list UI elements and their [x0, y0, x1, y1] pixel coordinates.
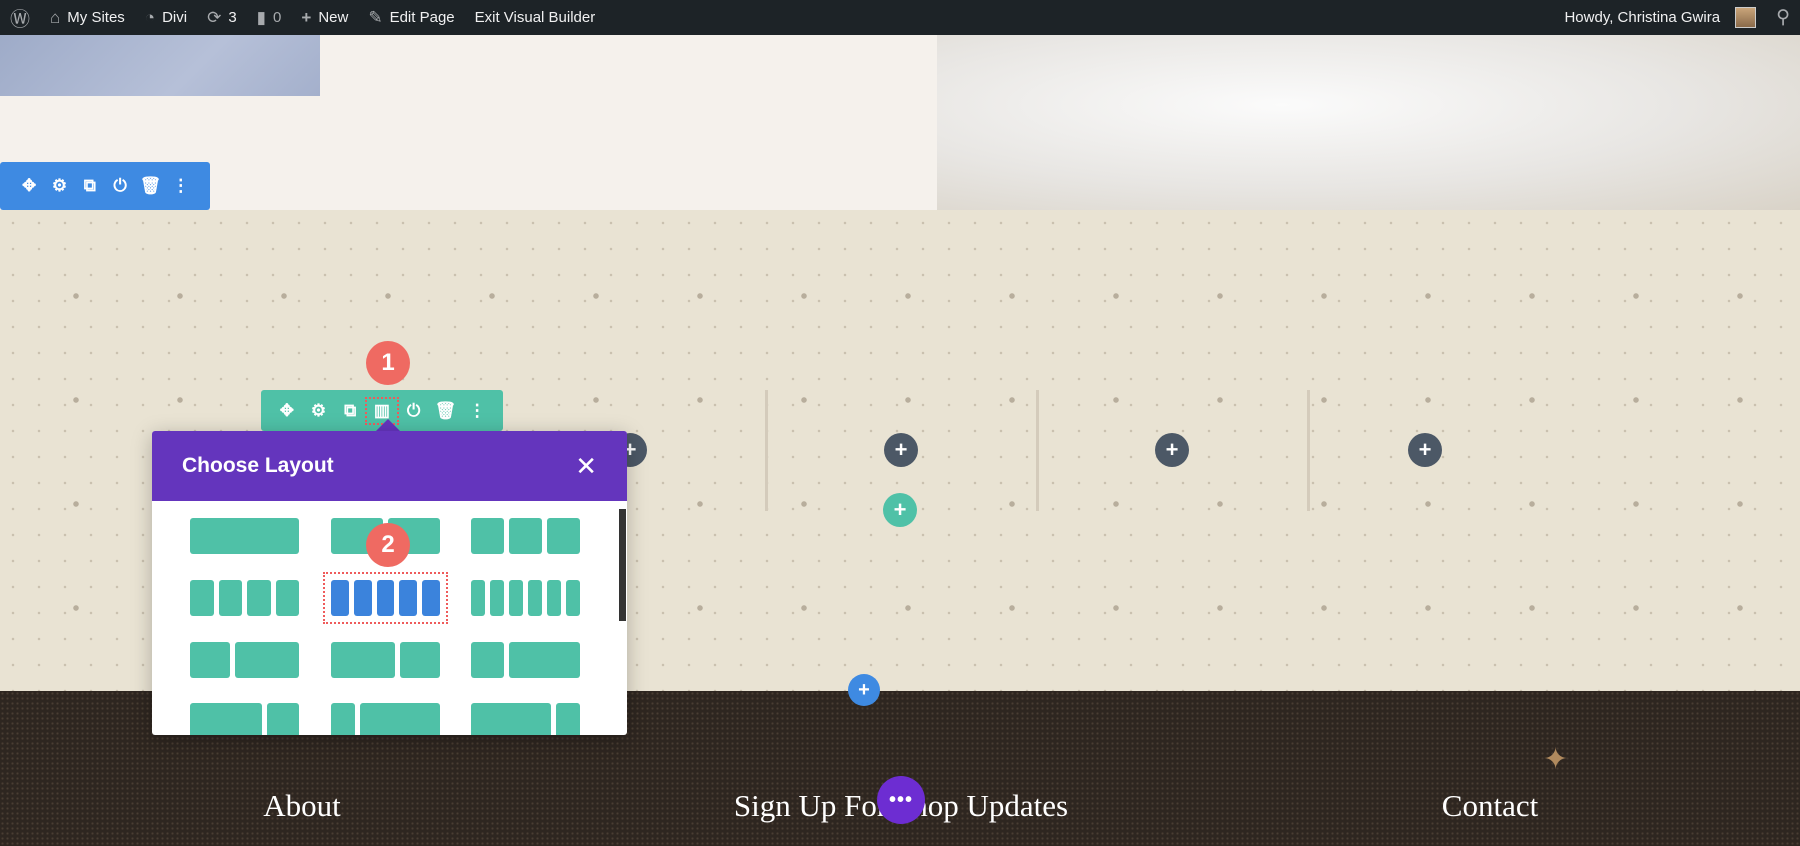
step-badge-1: 1	[366, 341, 410, 385]
footer-heading-about: About	[263, 788, 341, 823]
my-sites-icon: ⌂	[50, 7, 61, 27]
account-menu[interactable]: Howdy, Christina Gwira	[1554, 0, 1766, 35]
builder-menu-button[interactable]: •••	[877, 776, 925, 824]
search-icon: ⚲	[1776, 7, 1790, 28]
row-toolbar: ✥ ⚙ ⧉ ⏻ 🗑 ⋮	[0, 162, 210, 210]
duplicate-icon[interactable]: ⧉	[77, 176, 103, 196]
sparkle-icon: ✦	[1543, 743, 1569, 776]
my-sites-menu[interactable]: ⌂ My Sites	[40, 0, 135, 35]
new-menu[interactable]: + New	[291, 0, 358, 35]
add-row-button[interactable]: +	[883, 493, 917, 527]
power-icon[interactable]: ⏻	[401, 401, 427, 421]
trash-icon[interactable]: 🗑	[137, 176, 163, 196]
layout-1-5-4-5[interactable]	[331, 703, 440, 735]
add-section-button[interactable]: +	[848, 674, 880, 706]
layout-4-5-1-5[interactable]	[471, 703, 580, 735]
layout-1-4-3-4[interactable]	[471, 642, 580, 678]
updates-icon: ⟳	[207, 7, 222, 27]
divi-menu[interactable]: ◔ Divi	[135, 0, 197, 35]
add-module-button[interactable]: +	[884, 433, 918, 467]
gear-icon[interactable]: ⚙	[46, 176, 72, 196]
step-badge-2: 2	[366, 523, 410, 567]
close-icon[interactable]: ✕	[575, 451, 597, 482]
avatar	[1735, 7, 1757, 28]
more-icon[interactable]: ⋮	[168, 176, 194, 196]
exit-visual-builder-link[interactable]: Exit Visual Builder	[465, 0, 606, 35]
layout-5-columns[interactable]	[323, 572, 448, 624]
power-icon[interactable]: ⏻	[107, 176, 133, 196]
trash-icon[interactable]: 🗑	[432, 401, 458, 421]
gear-icon[interactable]: ⚙	[306, 401, 332, 421]
layout-1-3-2-3[interactable]	[190, 642, 299, 678]
pencil-icon: ✎	[368, 7, 383, 27]
search-button[interactable]: ⚲	[1766, 0, 1800, 35]
comment-icon: ▮	[256, 7, 267, 27]
popup-title: Choose Layout	[182, 454, 334, 477]
wordpress-icon: Ⓦ	[10, 9, 30, 31]
add-module-button[interactable]: +	[1155, 433, 1189, 467]
column-divider	[1036, 390, 1039, 511]
divi-label: Divi	[162, 9, 188, 26]
new-label: New	[318, 9, 349, 26]
layout-2-3-1-3[interactable]	[331, 642, 440, 678]
more-icon[interactable]: ⋮	[464, 401, 490, 421]
my-sites-label: My Sites	[67, 9, 125, 26]
wp-admin-bar: Ⓦ ⌂ My Sites ◔ Divi ⟳ 3 ▮ 0 + New ✎ Edit Page …	[0, 0, 1800, 35]
column-divider	[1307, 390, 1310, 511]
add-module-button[interactable]: +	[1408, 433, 1442, 467]
plus-icon: +	[301, 7, 312, 27]
layout-3-columns[interactable]	[471, 518, 580, 554]
footer-heading-contact: Contact	[1441, 788, 1539, 823]
divi-dashboard-icon: ◔	[144, 7, 156, 27]
duplicate-icon[interactable]: ⧉	[337, 401, 363, 421]
exit-visual-builder-label: Exit Visual Builder	[474, 9, 596, 26]
layout-1-column[interactable]	[190, 518, 299, 554]
columns-icon[interactable]: ▥	[364, 396, 399, 425]
popup-arrow	[376, 419, 400, 431]
marble-image	[937, 35, 1800, 210]
layout-6-columns[interactable]	[471, 580, 580, 616]
popup-header: Choose Layout ✕	[152, 431, 627, 501]
edit-page-label: Edit Page	[389, 9, 455, 26]
comments-menu[interactable]: ▮ 0	[247, 0, 292, 35]
howdy-text: Howdy, Christina Gwira	[1564, 9, 1721, 26]
top-left-image	[0, 35, 320, 96]
move-icon[interactable]: ✥	[16, 176, 42, 196]
wordpress-menu[interactable]: Ⓦ	[0, 0, 40, 35]
popup-scrollbar[interactable]	[619, 509, 626, 621]
layout-3-4-1-4[interactable]	[190, 703, 299, 735]
choose-layout-popup: Choose Layout ✕	[152, 431, 627, 735]
layout-4-columns[interactable]	[190, 580, 299, 616]
column-divider	[765, 390, 768, 511]
edit-page-link[interactable]: ✎ Edit Page	[358, 0, 464, 35]
comments-count: 0	[273, 9, 282, 26]
updates-count: 3	[228, 9, 237, 26]
updates-menu[interactable]: ⟳ 3	[197, 0, 247, 35]
move-icon[interactable]: ✥	[274, 401, 300, 421]
